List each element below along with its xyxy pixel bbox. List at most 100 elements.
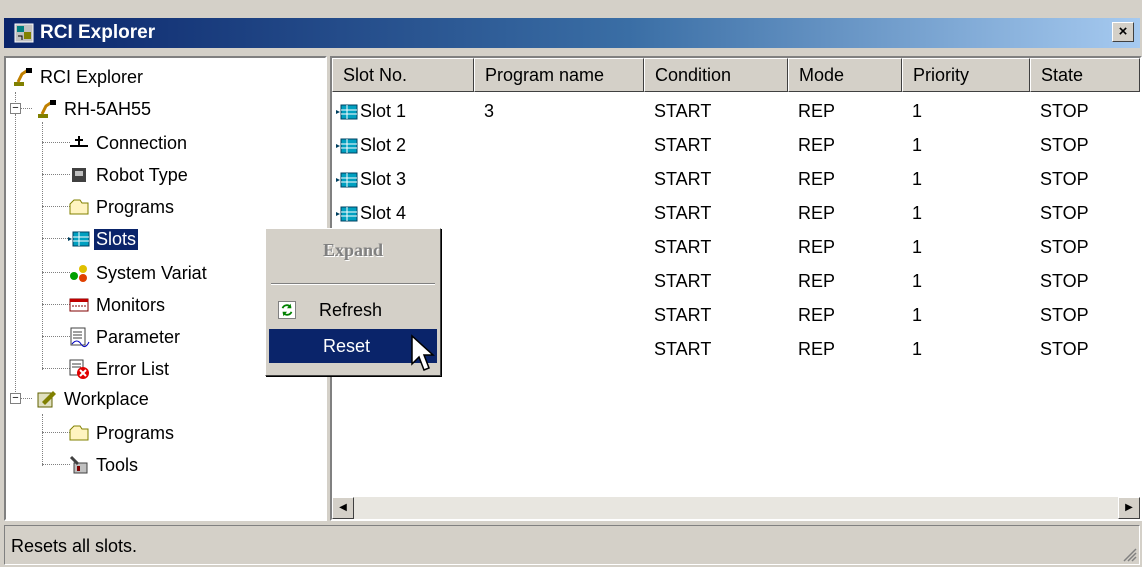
connection-icon bbox=[70, 136, 88, 147]
table-row[interactable]: Slot 4 START REP 1 STOP bbox=[332, 196, 1140, 230]
cell-text: 1 bbox=[912, 270, 923, 291]
menu-item-refresh[interactable]: Refresh bbox=[269, 293, 437, 327]
cell-text: START bbox=[654, 168, 712, 189]
cell-text: START bbox=[654, 270, 712, 291]
table-row[interactable]: START REP 1 STOP bbox=[332, 264, 1140, 298]
cell-text: START bbox=[654, 304, 712, 325]
table-cell-priority: 1 bbox=[902, 101, 1030, 122]
cell-text: 1 bbox=[912, 134, 923, 155]
table-cell-mode: REP bbox=[788, 203, 902, 224]
cell-text: REP bbox=[798, 304, 836, 325]
window-title: RCI Explorer bbox=[40, 22, 156, 43]
tree-item-rci-explorer[interactable]: RCI Explorer bbox=[12, 64, 145, 90]
cell-text: REP bbox=[798, 338, 836, 359]
robot-arm-icon bbox=[14, 68, 32, 86]
rci-explorer-icon bbox=[14, 23, 34, 43]
horizontal-scrollbar[interactable]: ◀ ▶ bbox=[332, 497, 1140, 519]
cell-text: 1 bbox=[912, 304, 923, 325]
table-cell-condition: START bbox=[644, 169, 788, 190]
table-cell-state: STOP bbox=[1030, 169, 1140, 190]
column-header-state[interactable]: State bbox=[1030, 58, 1140, 92]
tree-item-programs[interactable]: Programs bbox=[68, 194, 176, 220]
table-cell-slot: Slot 3 bbox=[332, 169, 474, 190]
close-button[interactable]: × bbox=[1112, 22, 1134, 42]
table-cell-priority: 1 bbox=[902, 135, 1030, 156]
table-row[interactable]: START REP 1 STOP bbox=[332, 230, 1140, 264]
cell-text: 1 bbox=[912, 236, 923, 257]
table-cell-state: STOP bbox=[1030, 237, 1140, 258]
robot-type-icon bbox=[72, 168, 86, 182]
cell-text: 1 bbox=[912, 168, 923, 189]
tree-item-slots[interactable]: Slots bbox=[68, 226, 140, 252]
cell-text: REP bbox=[798, 168, 836, 189]
scroll-right-button[interactable]: ▶ bbox=[1118, 497, 1140, 519]
title-bar[interactable]: RCI Explorer × bbox=[4, 18, 1140, 48]
slot-icon bbox=[336, 138, 358, 154]
mouse-pointer-icon bbox=[411, 334, 435, 371]
menu-separator bbox=[271, 283, 435, 285]
resize-grip-icon[interactable] bbox=[1121, 546, 1137, 562]
column-header-priority[interactable]: Priority bbox=[902, 58, 1030, 92]
column-header-condition[interactable]: Condition bbox=[644, 58, 788, 92]
menu-label: Refresh bbox=[319, 300, 383, 320]
cell-text: REP bbox=[798, 236, 836, 257]
parameter-icon bbox=[70, 327, 90, 348]
column-header-program-name[interactable]: Program name bbox=[474, 58, 644, 92]
cell-text: Slot 4 bbox=[360, 202, 407, 223]
table-cell-slot: Slot 1 bbox=[332, 101, 474, 122]
cell-text: 1 bbox=[912, 338, 923, 359]
column-header-mode[interactable]: Mode bbox=[788, 58, 902, 92]
column-header-slot-no[interactable]: Slot No. bbox=[332, 58, 474, 92]
tree-label: Error List bbox=[96, 358, 170, 379]
tree-item-monitors[interactable]: Monitors bbox=[68, 292, 167, 318]
table-cell-mode: REP bbox=[788, 271, 902, 292]
cell-text: STOP bbox=[1040, 134, 1089, 155]
table-cell-state: STOP bbox=[1030, 135, 1140, 156]
table-cell-priority: 1 bbox=[902, 271, 1030, 292]
table-cell-mode: REP bbox=[788, 101, 902, 122]
slot-icon bbox=[336, 206, 358, 222]
system-variables-icon bbox=[70, 265, 87, 282]
table-row[interactable]: START REP 1 STOP bbox=[332, 332, 1140, 366]
slots-list-view[interactable]: Slot No. Program name Condition Mode Pri… bbox=[330, 56, 1142, 521]
workplace-icon bbox=[37, 391, 56, 408]
tree-item-error-list[interactable]: Error List bbox=[68, 356, 171, 382]
tree-item-workplace-programs[interactable]: Programs bbox=[68, 420, 176, 446]
table-row[interactable]: Slot 3 START REP 1 STOP bbox=[332, 162, 1140, 196]
tree-item-robot-type[interactable]: Robot Type bbox=[68, 162, 190, 188]
slots-icon bbox=[68, 231, 90, 247]
tree-label: Workplace bbox=[64, 388, 149, 409]
tree-item-tools[interactable]: Tools bbox=[68, 452, 140, 478]
tree-item-robot[interactable]: RH-5AH55 bbox=[36, 96, 153, 122]
rci-explorer-window: RCI Explorer × − − RCI Explorer RH-5AH55… bbox=[0, 0, 1142, 567]
workplace-expander[interactable]: − bbox=[10, 393, 21, 404]
cell-text: Slot 2 bbox=[360, 134, 407, 155]
tree-item-parameter[interactable]: Parameter bbox=[68, 324, 182, 350]
table-cell-priority: 1 bbox=[902, 203, 1030, 224]
table-cell-mode: REP bbox=[788, 305, 902, 326]
table-row[interactable]: START REP 1 STOP bbox=[332, 298, 1140, 332]
tree-item-connection[interactable]: Connection bbox=[68, 130, 189, 156]
scroll-left-button[interactable]: ◀ bbox=[332, 497, 354, 519]
robot-expander[interactable]: − bbox=[10, 103, 21, 114]
cell-text: REP bbox=[798, 100, 836, 121]
cell-text: Slot 3 bbox=[360, 168, 407, 189]
tree-item-workplace[interactable]: Workplace bbox=[36, 386, 151, 412]
tree-item-system-variables[interactable]: System Variat bbox=[68, 260, 209, 286]
cell-text: 1 bbox=[912, 202, 923, 223]
table-cell-mode: REP bbox=[788, 169, 902, 190]
folder-icon bbox=[69, 425, 89, 441]
status-bar: Resets all slots. bbox=[4, 525, 1140, 565]
tree-label: Monitors bbox=[96, 294, 166, 315]
tools-icon bbox=[69, 455, 88, 474]
menu-item-expand[interactable]: Expand bbox=[269, 233, 437, 267]
table-row[interactable]: Slot 2 START REP 1 STOP bbox=[332, 128, 1140, 162]
table-cell-state: STOP bbox=[1030, 271, 1140, 292]
cell-text: REP bbox=[798, 270, 836, 291]
table-cell-condition: START bbox=[644, 135, 788, 156]
table-row[interactable]: Slot 1 3 START REP 1 STOP bbox=[332, 94, 1140, 128]
tree-label: Connection bbox=[96, 132, 188, 153]
table-cell-priority: 1 bbox=[902, 169, 1030, 190]
table-cell-priority: 1 bbox=[902, 305, 1030, 326]
table-cell-priority: 1 bbox=[902, 339, 1030, 360]
